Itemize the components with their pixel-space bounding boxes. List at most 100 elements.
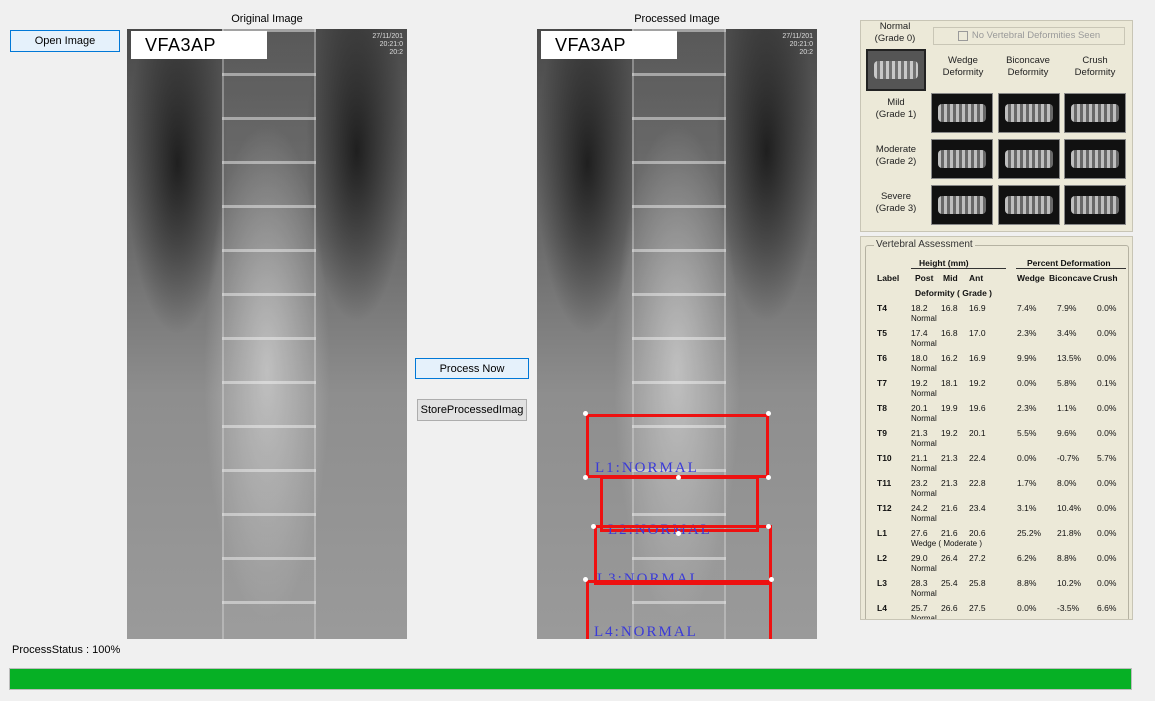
assessment-cell-ant: 19.2 — [969, 378, 986, 388]
assessment-cell-crush: 0.0% — [1097, 403, 1117, 413]
no-deformities-checkbox[interactable]: No Vertebral Deformities Seen — [933, 27, 1125, 45]
spine-shadow — [222, 29, 316, 639]
store-processed-image-button[interactable]: StoreProcessedImag — [417, 399, 527, 421]
assessment-cell-wedge: 8.8% — [1017, 578, 1037, 588]
assessment-cell-mid: 19.2 — [941, 428, 958, 438]
ref-thumb-crush-severe[interactable] — [1064, 185, 1126, 225]
col-label: Label — [877, 273, 900, 283]
landmark-dot — [591, 524, 596, 529]
assessment-cell-label: T4 — [877, 303, 887, 313]
ref-thumb-crush-moderate[interactable] — [1064, 139, 1126, 179]
assessment-cell-ant: 20.1 — [969, 428, 986, 438]
ref-col-wedge: Wedge Deformity — [942, 55, 984, 78]
assessment-cell-ant: 20.6 — [969, 528, 986, 538]
vertebral-assessment-title: Vertebral Assessment — [874, 239, 975, 250]
assessment-cell-grade: Normal — [911, 489, 937, 498]
assessment-cell-label: T6 — [877, 353, 887, 363]
assessment-cell-mid: 21.3 — [941, 478, 958, 488]
assessment-cell-grade: Normal — [911, 364, 937, 373]
assessment-cell-ant: 27.5 — [969, 603, 986, 613]
landmark-dot — [583, 411, 588, 416]
ref-thumb-biconcave-moderate[interactable] — [998, 139, 1060, 179]
landmark-dot — [769, 577, 774, 582]
open-image-button[interactable]: Open Image — [10, 30, 120, 52]
landmark-dot — [676, 531, 681, 536]
assessment-cell-post: 18.0 — [911, 353, 928, 363]
assessment-cell-grade: Normal — [911, 564, 937, 573]
col-mid: Mid — [943, 273, 958, 283]
ref-row-mild: Mild (Grade 1) — [875, 97, 917, 120]
assessment-cell-mid: 16.8 — [941, 328, 958, 338]
ref-col-biconcave: Biconcave Deformity — [1006, 55, 1050, 78]
assessment-cell-wedge: 2.3% — [1017, 328, 1037, 338]
assessment-cell-label: T11 — [877, 478, 892, 488]
assessment-cell-wedge: 2.3% — [1017, 403, 1037, 413]
ref-normal-thumb[interactable] — [866, 49, 926, 91]
process-now-button[interactable]: Process Now — [415, 358, 529, 379]
assessment-cell-mid: 19.9 — [941, 403, 958, 413]
assessment-cell-label: T7 — [877, 378, 887, 388]
checkbox-icon — [957, 31, 968, 41]
assessment-cell-mid: 25.4 — [941, 578, 958, 588]
vertebra-box-l1: L1:NORMAL — [586, 414, 769, 478]
col-crush: Crush — [1093, 273, 1118, 283]
assessment-cell-post: 27.6 — [911, 528, 928, 538]
assessment-cell-crush: 0.0% — [1097, 478, 1117, 488]
progress-bar-fill — [10, 669, 1131, 689]
assessment-cell-post: 17.4 — [911, 328, 928, 338]
ref-thumb-biconcave-severe[interactable] — [998, 185, 1060, 225]
assessment-cell-grade: Normal — [911, 439, 937, 448]
original-image-stamp: 27/11/201 20:21:0 20:2 — [372, 33, 403, 56]
assessment-cell-crush: 0.0% — [1097, 553, 1117, 563]
ref-thumb-wedge-moderate[interactable] — [931, 139, 993, 179]
assessment-cell-biconcave: -3.5% — [1057, 603, 1080, 613]
assessment-cell-crush: 5.7% — [1097, 453, 1117, 463]
assessment-cell-ant: 16.9 — [969, 303, 986, 313]
assessment-cell-biconcave: 10.4% — [1057, 503, 1082, 513]
assessment-cell-crush: 0.0% — [1097, 353, 1117, 363]
assessment-cell-post: 24.2 — [911, 503, 928, 513]
col-biconcave: Biconcave — [1049, 273, 1092, 283]
height-header-rule — [911, 268, 1006, 269]
assessment-cell-label: T12 — [877, 503, 892, 513]
assessment-cell-crush: 0.0% — [1097, 328, 1117, 338]
landmark-dot — [583, 577, 588, 582]
assessment-cell-wedge: 0.0% — [1017, 453, 1037, 463]
assessment-cell-mid: 18.1 — [941, 378, 958, 388]
assessment-cell-post: 21.1 — [911, 453, 928, 463]
assessment-cell-ant: 22.8 — [969, 478, 986, 488]
assessment-cell-ant: 25.8 — [969, 578, 986, 588]
assessment-cell-crush: 0.0% — [1097, 428, 1117, 438]
assessment-cell-post: 25.7 — [911, 603, 928, 613]
assessment-cell-mid: 21.3 — [941, 453, 958, 463]
vertebra-box-l2: L2:NORMAL — [600, 476, 759, 538]
processed-image-stamp: 27/11/201 20:21:0 20:2 — [782, 33, 813, 56]
original-image: VFA3AP 27/11/201 20:21:0 20:2 — [127, 29, 407, 639]
assessment-cell-post: 18.2 — [911, 303, 928, 313]
progress-bar — [9, 668, 1132, 690]
assessment-cell-biconcave: 1.1% — [1057, 403, 1077, 413]
assessment-cell-mid: 16.2 — [941, 353, 958, 363]
ref-thumb-wedge-severe[interactable] — [931, 185, 993, 225]
col-post: Post — [915, 273, 934, 283]
assessment-cell-post: 29.0 — [911, 553, 928, 563]
assessment-cell-crush: 0.0% — [1097, 578, 1117, 588]
assessment-cell-wedge: 9.9% — [1017, 353, 1037, 363]
ref-col-crush: Crush Deformity — [1074, 55, 1116, 78]
ref-thumb-wedge-mild[interactable] — [931, 93, 993, 133]
vertebra-label-l1: L1:NORMAL — [595, 460, 699, 476]
assessment-cell-label: L4 — [877, 603, 887, 613]
assessment-cell-grade: Normal — [911, 414, 937, 423]
ref-thumb-biconcave-mild[interactable] — [998, 93, 1060, 133]
assessment-cell-wedge: 0.0% — [1017, 378, 1037, 388]
assessment-cell-biconcave: 21.8% — [1057, 528, 1082, 538]
vertebral-assessment-group: Vertebral Assessment — [865, 239, 1129, 619]
assessment-cell-ant: 17.0 — [969, 328, 986, 338]
ref-thumb-crush-mild[interactable] — [1064, 93, 1126, 133]
assessment-cell-wedge: 5.5% — [1017, 428, 1037, 438]
assessment-cell-ant: 16.9 — [969, 353, 986, 363]
processed-image: VFA3AP 27/11/201 20:21:0 20:2 L1:NORMAL … — [537, 29, 817, 639]
assessment-cell-biconcave: 7.9% — [1057, 303, 1077, 313]
no-deformities-label: No Vertebral Deformities Seen — [971, 30, 1101, 41]
col-ant: Ant — [969, 273, 984, 283]
